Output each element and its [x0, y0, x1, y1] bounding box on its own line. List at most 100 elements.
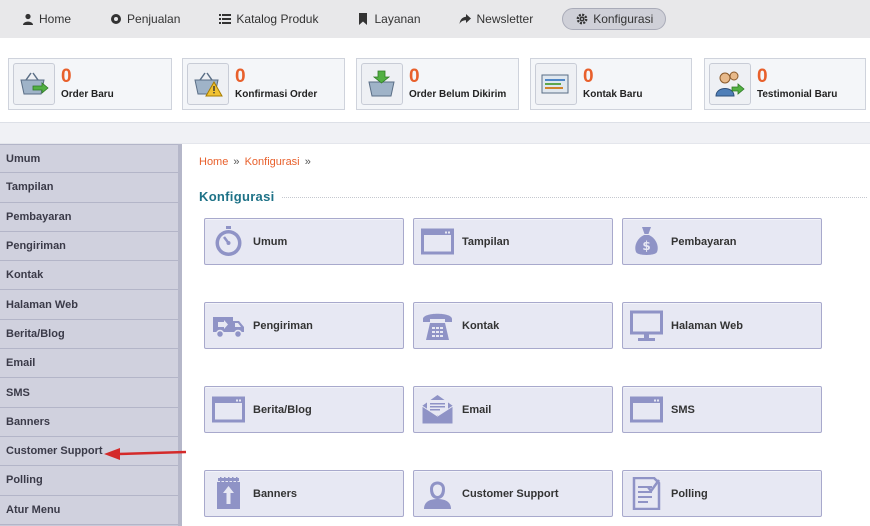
sidebar-item-label: Pengiriman	[6, 240, 66, 253]
nav-layanan[interactable]: Layanan	[347, 8, 429, 30]
tile-banners[interactable]: Banners	[204, 470, 404, 517]
nav-label: Layanan	[374, 12, 421, 26]
tile-tampilan[interactable]: Tampilan	[413, 218, 613, 265]
stat-order-baru[interactable]: 0 Order Baru	[8, 58, 172, 110]
stat-label: Kontak Baru	[583, 89, 643, 100]
stat-label: Order Baru	[61, 89, 114, 100]
envelope-icon	[421, 393, 454, 426]
sidebar-item-polling[interactable]: Polling	[0, 466, 178, 496]
sidebar-item-label: Atur Menu	[6, 503, 61, 516]
banner-icon	[212, 477, 245, 510]
users-arrow-icon	[709, 63, 751, 105]
tile-label: Kontak	[462, 319, 500, 332]
stats-bar: 0 Order Baru 0 Konfirmasi Order 0 Order Bel…	[0, 38, 870, 122]
tile-label: SMS	[671, 403, 695, 416]
nav-label: Konfigurasi	[593, 12, 654, 26]
sidebar-item-label: Tampilan	[6, 181, 54, 194]
contact-card-icon	[535, 63, 577, 105]
sidebar-item-email[interactable]: Email	[0, 349, 178, 379]
stat-count: 0	[583, 66, 594, 87]
stat-label: Konfirmasi Order	[235, 89, 318, 100]
delivery-truck-icon	[212, 309, 245, 342]
sidebar-item-label: Email	[6, 357, 36, 370]
tile-label: Pengiriman	[253, 319, 313, 332]
sidebar-item-sms[interactable]: SMS	[0, 378, 178, 408]
tile-kontak[interactable]: Kontak	[413, 302, 613, 349]
stat-count: 0	[757, 66, 768, 87]
window-icon	[630, 393, 663, 426]
tile-email[interactable]: Email	[413, 386, 613, 433]
sidebar-item-label: Pembayaran	[6, 210, 72, 223]
bookmark-icon	[356, 13, 369, 26]
share-icon	[459, 13, 472, 26]
gear-icon	[575, 13, 588, 26]
section-title: Konfigurasi	[199, 189, 275, 204]
window-icon	[421, 225, 454, 258]
tile-pembayaran[interactable]: $ Pembayaran	[622, 218, 822, 265]
sidebar-item-banners[interactable]: Banners	[0, 407, 178, 437]
top-navigation: Home Penjualan Katalog Produk Layanan Ne…	[0, 0, 870, 38]
sidebar-item-atur-menu[interactable]: Atur Menu	[0, 495, 178, 525]
user-icon	[21, 13, 34, 26]
nav-label: Penjualan	[127, 12, 181, 26]
tile-pengiriman[interactable]: Pengiriman	[204, 302, 404, 349]
basket-down-icon	[361, 63, 403, 105]
stat-label: Order Belum Dikirim	[409, 89, 507, 100]
section-divider	[282, 197, 867, 198]
tile-label: Banners	[253, 487, 298, 500]
tile-label: Umum	[253, 235, 288, 248]
breadcrumb-home-link[interactable]: Home	[199, 156, 228, 168]
sidebar-item-label: Berita/Blog	[6, 327, 65, 340]
annotation-arrow	[104, 448, 187, 460]
nav-label: Katalog Produk	[236, 12, 319, 26]
sidebar-item-pengiriman[interactable]: Pengiriman	[0, 231, 178, 262]
basket-arrow-icon	[13, 63, 55, 105]
stat-count: 0	[61, 66, 72, 87]
window-icon	[212, 393, 245, 426]
sidebar-item-umum[interactable]: Umum	[0, 144, 178, 174]
stopwatch-icon	[212, 225, 245, 258]
sidebar-item-label: Polling	[6, 474, 43, 487]
svg-text:$: $	[642, 239, 650, 253]
stat-konfirmasi-order[interactable]: 0 Konfirmasi Order	[182, 58, 345, 110]
tile-label: Customer Support	[462, 487, 559, 500]
tile-berita-blog[interactable]: Berita/Blog	[204, 386, 404, 433]
breadcrumb-separator: »	[304, 156, 311, 168]
sidebar-item-pembayaran[interactable]: Pembayaran	[0, 202, 178, 232]
sidebar-item-label: Customer Support	[6, 445, 103, 458]
stat-testimonial-baru[interactable]: 0 Testimonial Baru	[704, 58, 866, 110]
list-icon	[218, 13, 231, 26]
tile-halaman-web[interactable]: Halaman Web	[622, 302, 822, 349]
nav-konfigurasi[interactable]: Konfigurasi	[562, 8, 667, 30]
nav-katalog-produk[interactable]: Katalog Produk	[209, 8, 327, 30]
tile-label: Email	[462, 403, 492, 416]
tile-label: Polling	[671, 487, 708, 500]
main-content: Home » Konfigurasi » Konfigurasi Umum Ta…	[182, 144, 870, 526]
sidebar-item-label: Banners	[6, 415, 51, 428]
sidebar-item-label: Halaman Web	[6, 298, 78, 311]
tile-polling[interactable]: Polling	[622, 470, 822, 517]
telephone-icon	[421, 309, 454, 342]
tile-customer-support[interactable]: Customer Support	[413, 470, 613, 517]
sidebar-item-label: SMS	[6, 386, 30, 399]
monitor-icon	[630, 309, 663, 342]
tile-sms[interactable]: SMS	[622, 386, 822, 433]
sidebar-item-kontak[interactable]: Kontak	[0, 261, 178, 291]
tile-umum[interactable]: Umum	[204, 218, 404, 265]
stat-order-belum-dikirim[interactable]: 0 Order Belum Dikirim	[356, 58, 519, 110]
sidebar-item-tampilan[interactable]: Tampilan	[0, 173, 178, 203]
nav-home[interactable]: Home	[12, 8, 80, 30]
breadcrumb-current-link[interactable]: Konfigurasi	[245, 156, 300, 168]
nav-newsletter[interactable]: Newsletter	[450, 8, 543, 30]
stat-label: Testimonial Baru	[757, 89, 838, 100]
stat-kontak-baru[interactable]: 0 Kontak Baru	[530, 58, 692, 110]
nav-penjualan[interactable]: Penjualan	[100, 8, 189, 30]
sidebar-item-berita-blog[interactable]: Berita/Blog	[0, 319, 178, 350]
tile-label: Halaman Web	[671, 319, 743, 332]
tile-label: Berita/Blog	[253, 403, 312, 416]
sidebar-menu: Umum Tampilan Pembayaran Pengiriman Kont…	[0, 144, 182, 526]
sidebar-item-halaman-web[interactable]: Halaman Web	[0, 290, 178, 320]
stat-count: 0	[409, 66, 420, 87]
divider-band	[0, 122, 870, 144]
record-icon	[109, 13, 122, 26]
